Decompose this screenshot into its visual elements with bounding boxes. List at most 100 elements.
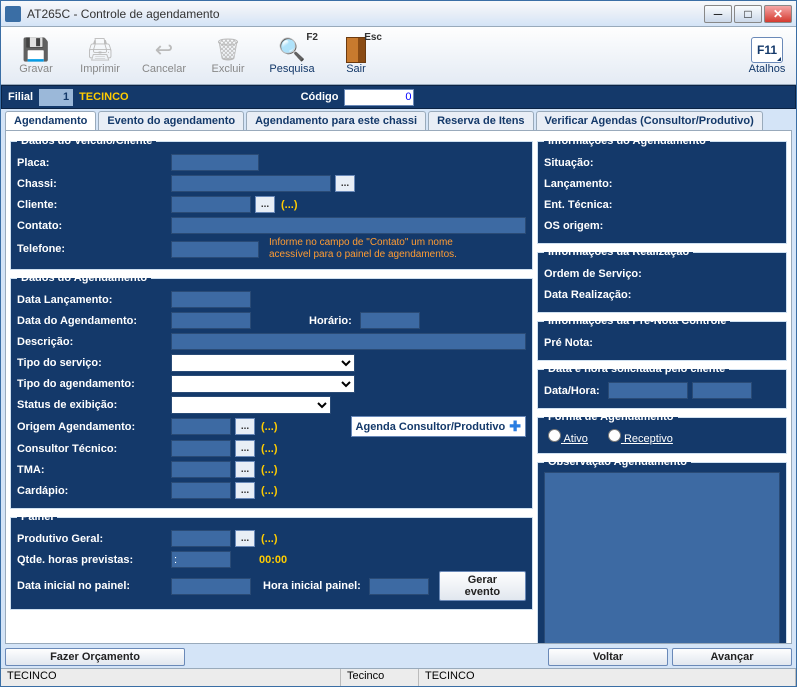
trash-icon: 🗑 xyxy=(215,37,241,63)
radio-ativo-input[interactable] xyxy=(548,429,561,442)
cancelar-button[interactable]: ↩ Cancelar xyxy=(133,29,195,82)
radio-receptivo[interactable]: Receptivo xyxy=(608,429,673,445)
cardapio-label: Cardápio: xyxy=(17,485,167,497)
tab-verificar[interactable]: Verificar Agendas (Consultor/Produtivo) xyxy=(536,111,763,130)
radio-ativo[interactable]: Ativo xyxy=(548,429,588,445)
window-buttons: ─ □ ✕ xyxy=(704,5,792,23)
ent-label: Ent. Técnica: xyxy=(544,199,612,211)
col-left: Dados do Veículo/Cliente Placa: Chassi:.… xyxy=(10,135,533,639)
tab-chassi[interactable]: Agendamento para este chassi xyxy=(246,111,426,130)
telefone-hint2: acessível para o painel de agendamentos. xyxy=(269,249,526,261)
descricao-input[interactable] xyxy=(171,333,526,350)
tabs: Agendamento Evento do agendamento Agenda… xyxy=(1,109,796,130)
status-cell-2: Tecinco xyxy=(341,669,419,686)
hora-ini-input[interactable] xyxy=(369,578,429,595)
origem-input[interactable] xyxy=(171,418,231,435)
qtde-time: 00:00 xyxy=(259,554,287,566)
tab-agendamento[interactable]: Agendamento xyxy=(5,111,96,130)
fs-info-realizacao: Informações da Realização Ordem de Servi… xyxy=(537,246,787,313)
qtde-input[interactable] xyxy=(171,551,231,568)
printer-icon: 🖨 xyxy=(87,37,113,63)
fs-forma: Forma de Agendamento Ativo Receptivo xyxy=(537,411,787,454)
tma-lookup-button[interactable]: ... xyxy=(235,461,255,478)
codigo-input[interactable] xyxy=(344,89,414,106)
bottom-bar: Fazer Orçamento Voltar Avançar xyxy=(1,646,796,668)
descricao-label: Descrição: xyxy=(17,336,167,348)
contato-input[interactable] xyxy=(171,217,526,234)
origem-paren: (...) xyxy=(261,421,278,433)
atalhos-button[interactable]: F11 Atalhos xyxy=(742,29,792,82)
imprimir-button[interactable]: 🖨 Imprimir xyxy=(69,29,131,82)
fs-info-agendamento: Informações do Agendamento Situação: Lan… xyxy=(537,135,787,244)
prod-geral-input[interactable] xyxy=(171,530,231,547)
telefone-input[interactable] xyxy=(171,241,259,258)
fkey-icon: F11 xyxy=(751,37,783,63)
status-cell-1: TECINCO xyxy=(1,669,341,686)
data-agend-input[interactable] xyxy=(171,312,251,329)
qtde-label: Qtde. horas previstas: xyxy=(17,554,167,566)
fs-data-hora: Data e hora solicitada pelo cliente Data… xyxy=(537,363,787,409)
tab-evento[interactable]: Evento do agendamento xyxy=(98,111,244,130)
tma-label: TMA: xyxy=(17,464,167,476)
consultor-lookup-button[interactable]: ... xyxy=(235,440,255,457)
agenda-consultor-button[interactable]: Agenda Consultor/Produtivo✚ xyxy=(351,416,526,437)
dh-hora-input[interactable] xyxy=(692,382,752,399)
cardapio-input[interactable] xyxy=(171,482,231,499)
gerar-evento-button[interactable]: Gerar evento xyxy=(439,571,526,601)
fazer-orcamento-button[interactable]: Fazer Orçamento xyxy=(5,648,185,666)
horario-input[interactable] xyxy=(360,312,420,329)
chassi-input[interactable] xyxy=(171,175,331,192)
observacao-textarea[interactable] xyxy=(544,472,780,644)
content: Dados do Veículo/Cliente Placa: Chassi:.… xyxy=(5,130,792,644)
voltar-button[interactable]: Voltar xyxy=(548,648,668,666)
excluir-button[interactable]: 🗑 Excluir xyxy=(197,29,259,82)
chassi-label: Chassi: xyxy=(17,178,167,190)
pre-nota-label: Pré Nota: xyxy=(544,337,593,349)
data-lanc-input[interactable] xyxy=(171,291,251,308)
cardapio-lookup-button[interactable]: ... xyxy=(235,482,255,499)
lanc-label: Lançamento: xyxy=(544,178,612,190)
consultor-label: Consultor Técnico: xyxy=(17,443,167,455)
cliente-input[interactable] xyxy=(171,196,251,213)
tipo-agend-select[interactable] xyxy=(171,375,355,393)
telefone-hint1: Informe no campo de "Contato" um nome xyxy=(269,237,526,249)
status-cell-3: TECINCO xyxy=(419,669,796,686)
gravar-button[interactable]: 💾 Gravar xyxy=(5,29,67,82)
undo-icon: ↩ xyxy=(151,37,177,63)
sair-button[interactable]: Esc Sair xyxy=(325,29,387,82)
data-ini-input[interactable] xyxy=(171,578,251,595)
filial-label: Filial xyxy=(8,91,33,103)
maximize-button[interactable]: □ xyxy=(734,5,762,23)
origem-lookup-button[interactable]: ... xyxy=(235,418,255,435)
dh-data-input[interactable] xyxy=(608,382,688,399)
close-button[interactable]: ✕ xyxy=(764,5,792,23)
cliente-paren: (...) xyxy=(281,199,298,211)
tma-input[interactable] xyxy=(171,461,231,478)
prod-geral-lookup-button[interactable]: ... xyxy=(235,530,255,547)
save-icon: 💾 xyxy=(23,37,49,63)
chassi-lookup-button[interactable]: ... xyxy=(335,175,355,192)
radio-receptivo-input[interactable] xyxy=(608,429,621,442)
plus-icon: ✚ xyxy=(509,418,521,435)
avancar-button[interactable]: Avançar xyxy=(672,648,792,666)
placa-input[interactable] xyxy=(171,154,259,171)
tipo-serv-label: Tipo do serviço: xyxy=(17,357,167,369)
col-right: Informações do Agendamento Situação: Lan… xyxy=(537,135,787,639)
fs-painel-legend: Painel xyxy=(17,511,57,523)
consultor-input[interactable] xyxy=(171,440,231,457)
status-select[interactable] xyxy=(171,396,331,414)
placa-label: Placa: xyxy=(17,157,167,169)
fs-forma-legend: Forma de Agendamento xyxy=(544,411,678,423)
os-origem-label: OS origem: xyxy=(544,220,603,232)
tipo-serv-select[interactable] xyxy=(171,354,355,372)
tab-reserva[interactable]: Reserva de Itens xyxy=(428,111,533,130)
cliente-lookup-button[interactable]: ... xyxy=(255,196,275,213)
consultor-paren: (...) xyxy=(261,443,278,455)
cardapio-paren: (...) xyxy=(261,485,278,497)
data-lanc-label: Data Lançamento: xyxy=(17,294,167,306)
minimize-button[interactable]: ─ xyxy=(704,5,732,23)
pesquisa-button[interactable]: F2 🔍 Pesquisa xyxy=(261,29,323,82)
os-label: Ordem de Serviço: xyxy=(544,268,642,280)
filial-num: 1 xyxy=(39,89,73,106)
fs-dh-legend: Data e hora solicitada pelo cliente xyxy=(544,363,729,375)
